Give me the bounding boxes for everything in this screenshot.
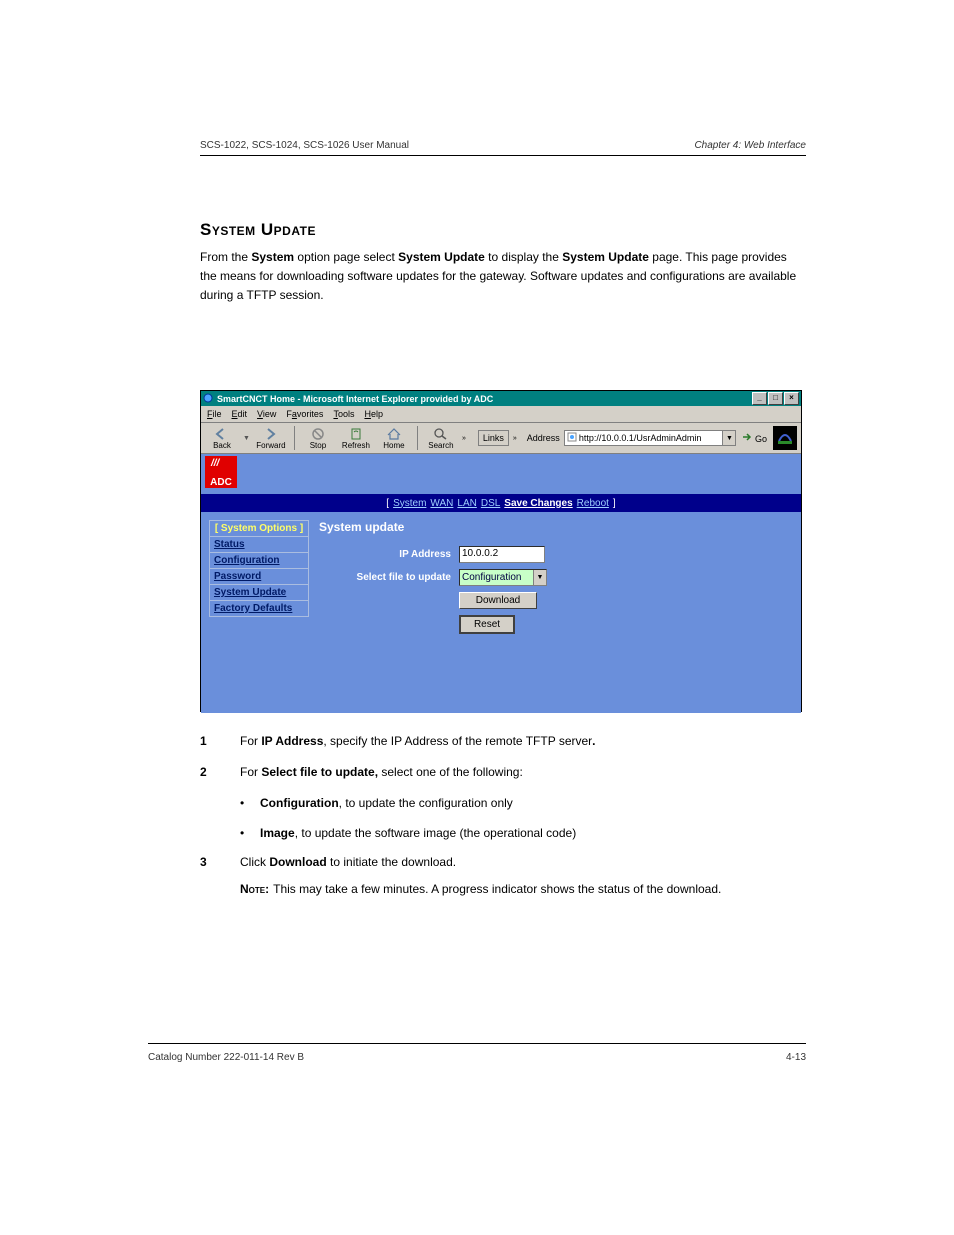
address-input[interactable]: http://10.0.0.1/UsrAdminAdmin (564, 430, 737, 446)
ip-address-label: IP Address (319, 549, 459, 560)
sidebar-item-system-update[interactable]: System Update (214, 587, 286, 598)
footer-center (308, 1052, 646, 1063)
nav-save-changes[interactable]: Save Changes (504, 498, 572, 509)
sidebar-item-factory-defaults[interactable]: Factory Defaults (214, 603, 292, 614)
footer-rule (148, 1043, 806, 1044)
go-icon (742, 434, 752, 444)
search-button[interactable]: Search (424, 424, 458, 452)
nav-system[interactable]: System (393, 498, 426, 509)
nav-lan[interactable]: LAN (457, 498, 476, 509)
intro-text-3: to display the (485, 250, 562, 264)
step-3-note: Note:This may take a few minutes. A prog… (240, 880, 806, 899)
menu-favorites[interactable]: Favorites (286, 409, 323, 419)
stop-button[interactable]: Stop (301, 424, 335, 452)
header-right: Chapter 4: Web Interface (694, 140, 806, 151)
stop-icon (310, 427, 326, 441)
nav-reboot[interactable]: Reboot (577, 498, 609, 509)
toolbar: Back ▼ Forward Stop Refresh Home (201, 423, 801, 454)
window-titlebar[interactable]: SmartCNCT Home - Microsoft Internet Expl… (201, 391, 801, 406)
select-file-label: Select file to update (319, 572, 459, 583)
menu-bar: FFileile Edit View Favorites Tools Help (201, 406, 801, 423)
sidebar-item-password[interactable]: Password (214, 571, 261, 582)
back-button[interactable]: Back (205, 424, 239, 452)
refresh-button[interactable]: Refresh (339, 424, 373, 452)
select-file-dropdown[interactable]: Configuration (459, 569, 547, 586)
step-2-number: 2 (200, 763, 240, 782)
menu-help[interactable]: Help (364, 409, 383, 419)
step-2-option-1: • Configuration, to update the configura… (240, 794, 806, 813)
intro-text-1: From the (200, 250, 251, 264)
sidebar: [ System Options ] Status Configuration … (209, 520, 309, 617)
page-icon (567, 432, 577, 444)
maximize-button[interactable]: □ (768, 392, 783, 405)
toolbar-separator (294, 426, 295, 450)
intro-bold-2: System Update (398, 250, 485, 264)
links-button[interactable]: Links (478, 430, 509, 446)
section-heading: System Update (200, 220, 806, 240)
reset-button[interactable]: Reset (459, 615, 515, 634)
go-button[interactable]: Go (740, 431, 769, 445)
toolbar-separator-2 (417, 426, 418, 450)
step-2-option-2: • Image, to update the software image (t… (240, 824, 806, 843)
forward-button[interactable]: Forward (254, 424, 288, 452)
header-rule (200, 155, 806, 156)
toolbar-overflow-1[interactable]: » (462, 435, 466, 442)
sidebar-header: [ System Options ] (209, 520, 309, 537)
forward-icon (263, 427, 279, 441)
ie-icon (203, 393, 213, 405)
top-nav: [ System WAN LAN DSL Save Changes Reboot… (201, 494, 801, 512)
sidebar-item-configuration[interactable]: Configuration (214, 555, 280, 566)
home-icon (386, 427, 402, 441)
toolbar-overflow-2[interactable]: » (513, 435, 517, 442)
close-button[interactable]: × (784, 392, 799, 405)
step-3-text: Click Download to initiate the download. (240, 853, 806, 872)
menu-edit[interactable]: Edit (232, 409, 248, 419)
ie-throbber-icon (773, 426, 797, 450)
back-icon (214, 427, 230, 441)
footer-right: 4-13 (646, 1052, 806, 1063)
refresh-icon (348, 427, 364, 441)
step-2-text: For Select file to update, select one of… (240, 763, 806, 782)
step-1-number: 1 (200, 732, 240, 751)
nav-wan[interactable]: WAN (430, 498, 453, 509)
nav-dsl[interactable]: DSL (481, 498, 500, 509)
intro-bold-1: System (251, 250, 294, 264)
dropdown-indicator[interactable]: ▼ (243, 435, 250, 442)
step-3-number: 3 (200, 853, 240, 872)
step-1-text: For IP Address, specify the IP Address o… (240, 732, 806, 751)
menu-file[interactable]: FFileile (207, 409, 222, 419)
intro-text-2: option page select (294, 250, 398, 264)
menu-tools[interactable]: Tools (333, 409, 354, 419)
intro-paragraph: From the System option page select Syste… (200, 248, 806, 306)
header-left: SCS-1022, SCS-1024, SCS-1026 User Manual (200, 140, 409, 151)
footer-left: Catalog Number 222-011-14 Rev B (148, 1052, 308, 1063)
form-title: System update (319, 520, 793, 534)
window-title: SmartCNCT Home - Microsoft Internet Expl… (217, 394, 752, 404)
home-button[interactable]: Home (377, 424, 411, 452)
download-button[interactable]: Download (459, 592, 537, 609)
adc-logo: /// ADC (205, 456, 237, 488)
search-icon (433, 427, 449, 441)
menu-view[interactable]: View (257, 409, 276, 419)
ip-address-input[interactable]: 10.0.0.2 (459, 546, 545, 563)
screenshot-window: SmartCNCT Home - Microsoft Internet Expl… (200, 390, 802, 712)
minimize-button[interactable]: _ (752, 392, 767, 405)
intro-bold-3: System Update (562, 250, 649, 264)
sidebar-item-status[interactable]: Status (214, 539, 245, 550)
address-label: Address (527, 433, 560, 443)
